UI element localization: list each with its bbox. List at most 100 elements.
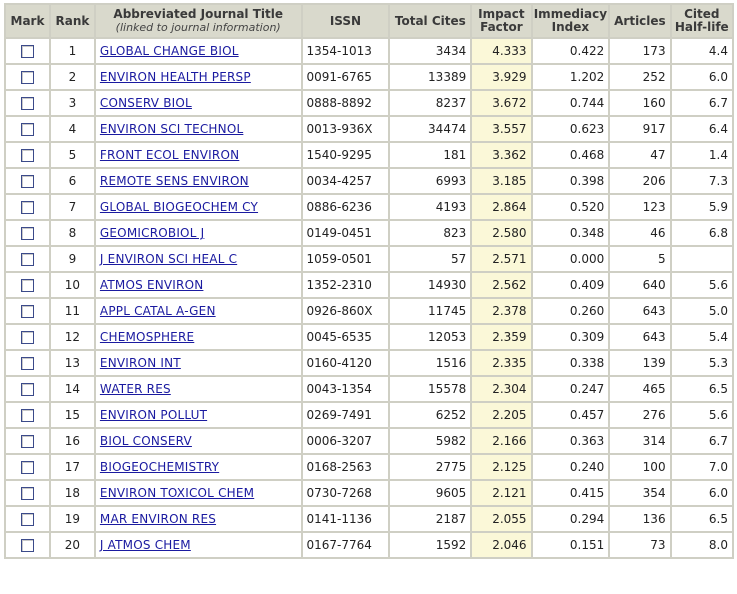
impact-factor-cell: 3.929 xyxy=(472,65,531,89)
col-header-immediacy-index[interactable]: Immediacy Index xyxy=(532,5,609,37)
col-header-impact-factor[interactable]: Impact Factor xyxy=(472,5,531,37)
title-cell: GEOMICROBIOL J xyxy=(95,221,301,245)
mark-checkbox[interactable] xyxy=(20,435,34,448)
col-header-title-sub: (linked to journal information) xyxy=(115,21,281,34)
table-row: 5 FRONT ECOL ENVIRON 1540-9295 181 3.362… xyxy=(6,143,732,167)
mark-checkbox[interactable] xyxy=(20,461,34,474)
table-row: 10 ATMOS ENVIRON 1352-2310 14930 2.562 0… xyxy=(6,273,732,297)
title-cell: GLOBAL BIOGEOCHEM CY xyxy=(95,195,301,219)
table-row: 17 BIOGEOCHEMISTRY 0168-2563 2775 2.125 … xyxy=(6,455,732,479)
impact-factor-cell: 2.121 xyxy=(472,481,531,505)
col-header-mark: Mark xyxy=(6,5,49,37)
mark-cell xyxy=(6,299,49,323)
impact-factor-cell: 2.580 xyxy=(472,221,531,245)
mark-checkbox[interactable] xyxy=(20,383,34,396)
journal-title-link[interactable]: ENVIRON SCI TECHNOL xyxy=(100,122,243,136)
table-row: 9 J ENVIRON SCI HEAL C 1059-0501 57 2.57… xyxy=(6,247,732,271)
articles-cell: 252 xyxy=(610,65,670,89)
immediacy-index-cell: 1.202 xyxy=(532,65,609,89)
articles-cell: 173 xyxy=(610,39,670,63)
col-header-rank[interactable]: Rank xyxy=(50,5,94,37)
mark-checkbox[interactable] xyxy=(20,487,34,500)
title-cell: MAR ENVIRON RES xyxy=(95,507,301,531)
journal-title-link[interactable]: J ENVIRON SCI HEAL C xyxy=(100,252,237,266)
journal-title-link[interactable]: FRONT ECOL ENVIRON xyxy=(100,148,239,162)
articles-cell: 160 xyxy=(610,91,670,115)
mark-cell xyxy=(6,507,49,531)
total-cites-cell: 34474 xyxy=(390,117,471,141)
journal-title-link[interactable]: ENVIRON HEALTH PERSP xyxy=(100,70,251,84)
journal-title-link[interactable]: J ATMOS CHEM xyxy=(100,538,191,552)
journal-title-link[interactable]: GLOBAL CHANGE BIOL xyxy=(100,44,239,58)
issn-cell: 0013-936X xyxy=(302,117,389,141)
articles-cell: 314 xyxy=(610,429,670,453)
articles-cell: 5 xyxy=(610,247,670,271)
mark-checkbox[interactable] xyxy=(20,409,34,422)
journal-title-link[interactable]: ENVIRON INT xyxy=(100,356,181,370)
journal-title-link[interactable]: BIOGEOCHEMISTRY xyxy=(100,460,219,474)
mark-checkbox[interactable] xyxy=(20,97,34,110)
mark-checkbox[interactable] xyxy=(20,123,34,136)
journal-title-link[interactable]: ENVIRON TOXICOL CHEM xyxy=(100,486,254,500)
mark-checkbox[interactable] xyxy=(20,45,34,58)
col-header-cited-half-life[interactable]: Cited Half-life xyxy=(671,5,732,37)
mark-checkbox[interactable] xyxy=(20,227,34,240)
immediacy-index-cell: 0.520 xyxy=(532,195,609,219)
mark-checkbox[interactable] xyxy=(20,149,34,162)
col-header-title[interactable]: Abbreviated Journal Title (linked to jou… xyxy=(95,5,301,37)
mark-checkbox[interactable] xyxy=(20,305,34,318)
articles-cell: 47 xyxy=(610,143,670,167)
total-cites-cell: 57 xyxy=(390,247,471,271)
immediacy-index-cell: 0.415 xyxy=(532,481,609,505)
journal-title-link[interactable]: MAR ENVIRON RES xyxy=(100,512,216,526)
immediacy-index-cell: 0.409 xyxy=(532,273,609,297)
journal-title-link[interactable]: WATER RES xyxy=(100,382,171,396)
cited-half-life-cell: 5.3 xyxy=(671,351,732,375)
mark-cell xyxy=(6,351,49,375)
immediacy-index-cell: 0.623 xyxy=(532,117,609,141)
mark-checkbox[interactable] xyxy=(20,539,34,552)
articles-cell: 640 xyxy=(610,273,670,297)
journal-title-link[interactable]: REMOTE SENS ENVIRON xyxy=(100,174,249,188)
journal-title-link[interactable]: GLOBAL BIOGEOCHEM CY xyxy=(100,200,258,214)
journal-title-link[interactable]: ENVIRON POLLUT xyxy=(100,408,207,422)
table-row: 13 ENVIRON INT 0160-4120 1516 2.335 0.33… xyxy=(6,351,732,375)
journal-title-link[interactable]: GEOMICROBIOL J xyxy=(100,226,204,240)
col-header-title-label: Abbreviated Journal Title xyxy=(113,7,283,21)
title-cell: ATMOS ENVIRON xyxy=(95,273,301,297)
table-row: 3 CONSERV BIOL 0888-8892 8237 3.672 0.74… xyxy=(6,91,732,115)
issn-cell: 1059-0501 xyxy=(302,247,389,271)
journal-ranking-table: Mark Rank Abbreviated Journal Title (lin… xyxy=(4,3,734,559)
journal-title-link[interactable]: APPL CATAL A-GEN xyxy=(100,304,216,318)
journal-title-link[interactable]: BIOL CONSERV xyxy=(100,434,192,448)
mark-checkbox[interactable] xyxy=(20,71,34,84)
articles-cell: 139 xyxy=(610,351,670,375)
journal-title-link[interactable]: CONSERV BIOL xyxy=(100,96,192,110)
col-header-articles[interactable]: Articles xyxy=(610,5,670,37)
articles-cell: 643 xyxy=(610,299,670,323)
mark-checkbox[interactable] xyxy=(20,357,34,370)
mark-checkbox[interactable] xyxy=(20,279,34,292)
title-cell: ENVIRON INT xyxy=(95,351,301,375)
mark-cell xyxy=(6,455,49,479)
immediacy-index-cell: 0.744 xyxy=(532,91,609,115)
journal-title-link[interactable]: CHEMOSPHERE xyxy=(100,330,194,344)
mark-checkbox[interactable] xyxy=(20,513,34,526)
mark-checkbox[interactable] xyxy=(20,201,34,214)
mark-checkbox[interactable] xyxy=(20,175,34,188)
col-header-issn[interactable]: ISSN xyxy=(302,5,389,37)
table-row: 19 MAR ENVIRON RES 0141-1136 2187 2.055 … xyxy=(6,507,732,531)
rank-cell: 11 xyxy=(50,299,94,323)
mark-cell xyxy=(6,117,49,141)
mark-checkbox[interactable] xyxy=(20,253,34,266)
rank-cell: 2 xyxy=(50,65,94,89)
rank-cell: 3 xyxy=(50,91,94,115)
journal-title-link[interactable]: ATMOS ENVIRON xyxy=(100,278,204,292)
col-header-total-cites[interactable]: Total Cites xyxy=(390,5,471,37)
articles-cell: 354 xyxy=(610,481,670,505)
immediacy-index-cell: 0.000 xyxy=(532,247,609,271)
rank-cell: 13 xyxy=(50,351,94,375)
table-row: 18 ENVIRON TOXICOL CHEM 0730-7268 9605 2… xyxy=(6,481,732,505)
issn-cell: 1352-2310 xyxy=(302,273,389,297)
mark-checkbox[interactable] xyxy=(20,331,34,344)
